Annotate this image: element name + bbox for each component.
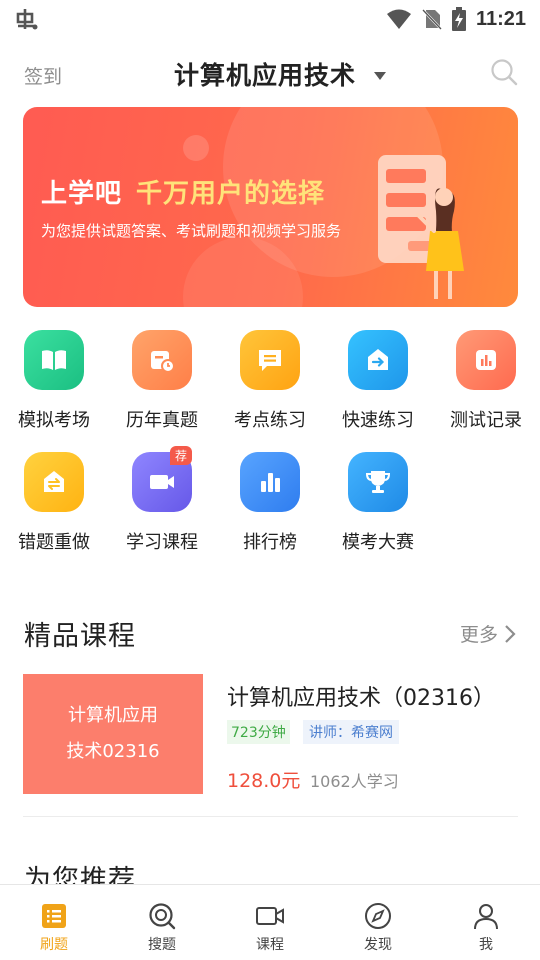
feature-quick-practice[interactable]: 快速练习 — [324, 328, 432, 438]
message-list-icon — [240, 330, 300, 390]
chevron-right-icon — [505, 624, 516, 643]
feature-courses[interactable]: 荐 学习课程 — [108, 446, 216, 560]
premium-courses-title: 精品课程 — [24, 621, 136, 652]
feature-label: 学习课程 — [126, 532, 198, 553]
feature-leaderboard[interactable]: 排行榜 — [216, 450, 324, 560]
subject-title: 计算机应用技术 — [174, 61, 357, 90]
nav-tab-courses[interactable]: 课程 — [216, 885, 324, 960]
box-arrow-icon — [348, 330, 408, 390]
student-illustration — [378, 155, 464, 299]
calendar-clock-icon — [132, 330, 192, 390]
compass-icon — [365, 903, 391, 929]
caret-down-icon — [374, 72, 387, 80]
battery-charging-icon — [451, 7, 466, 31]
duration-tag: 723分钟 — [227, 720, 290, 744]
feature-key-points[interactable]: 考点练习 — [216, 328, 324, 438]
wifi-icon — [386, 9, 411, 29]
trophy-icon — [348, 452, 408, 512]
nav-label: 刷题 — [40, 937, 68, 953]
checkin-button[interactable]: 签到 — [24, 62, 62, 89]
feature-label: 模考大赛 — [342, 532, 414, 553]
ranking-icon — [240, 452, 300, 512]
bar-chart-icon — [456, 330, 516, 390]
feature-label: 错题重做 — [18, 532, 90, 553]
feature-past-papers[interactable]: 历年真题 — [108, 328, 216, 438]
course-price: 128.0元 — [227, 770, 301, 792]
banner-decoration — [183, 135, 209, 161]
nav-tab-practice[interactable]: 刷题 — [0, 885, 108, 960]
swap-icon — [24, 452, 84, 512]
banner-subtitle: 为您提供试题答案、考试刷题和视频学习服务 — [41, 222, 342, 240]
feature-contest[interactable]: 模考大赛 — [324, 450, 432, 560]
teacher-tag: 讲师：希赛网 — [303, 720, 399, 744]
nav-tab-discover[interactable]: 发现 — [324, 885, 432, 960]
banner-headline-right: 千万用户的选择 — [136, 179, 326, 209]
subject-selector[interactable]: 计算机应用技术 — [174, 56, 387, 92]
feature-label: 排行榜 — [243, 532, 297, 553]
more-label: 更多 — [459, 624, 498, 646]
promo-banner[interactable]: 上学吧 千万用户的选择 为您提供试题答案、考试刷题和视频学习服务 — [23, 107, 518, 307]
no-sim-icon — [422, 9, 442, 30]
status-bar: 11:21 — [0, 0, 540, 38]
top-header: 签到 计算机应用技术 — [0, 50, 540, 98]
video-camera-icon — [256, 907, 284, 925]
list-icon — [42, 904, 66, 928]
recommend-badge: 荐 — [170, 446, 193, 465]
app-logo-icon — [16, 9, 38, 30]
banner-headline-left: 上学吧 — [41, 179, 123, 209]
feature-label: 快速练习 — [342, 410, 414, 431]
feature-test-records[interactable]: 测试记录 — [432, 328, 540, 438]
divider — [23, 816, 518, 817]
thumbnail-line: 计算机应用 — [68, 705, 158, 726]
feature-label: 模拟考场 — [18, 410, 90, 431]
nav-label: 发现 — [364, 937, 392, 953]
feature-redo-mistakes[interactable]: 错题重做 — [0, 450, 108, 560]
search-icon[interactable] — [490, 58, 518, 86]
search-question-icon — [149, 903, 176, 930]
feature-label: 历年真题 — [126, 410, 198, 431]
book-icon — [24, 330, 84, 390]
banner-headline: 上学吧 千万用户的选择 — [41, 173, 325, 210]
bottom-nav: 刷题 搜题 课程 发现 我 — [0, 884, 540, 960]
nav-label: 搜题 — [148, 937, 176, 953]
course-thumbnail: 计算机应用 技术02316 — [23, 674, 203, 794]
feature-label: 测试记录 — [450, 410, 522, 431]
feature-label: 考点练习 — [234, 410, 306, 431]
course-card[interactable]: 计算机应用 技术02316 计算机应用技术（02316） 723分钟 讲师：希赛… — [23, 674, 518, 794]
more-link[interactable]: 更多 — [460, 620, 516, 647]
course-name: 计算机应用技术（02316） — [227, 686, 495, 711]
nav-tab-me[interactable]: 我 — [432, 885, 540, 960]
feature-mock-exam[interactable]: 模拟考场 — [0, 328, 108, 438]
clock: 11:21 — [475, 7, 526, 30]
nav-label: 课程 — [256, 937, 284, 953]
thumbnail-line: 技术02316 — [66, 741, 160, 762]
learner-count: 1062人学习 — [310, 772, 399, 791]
user-icon — [474, 904, 498, 930]
nav-label: 我 — [479, 937, 493, 953]
nav-tab-search[interactable]: 搜题 — [108, 885, 216, 960]
